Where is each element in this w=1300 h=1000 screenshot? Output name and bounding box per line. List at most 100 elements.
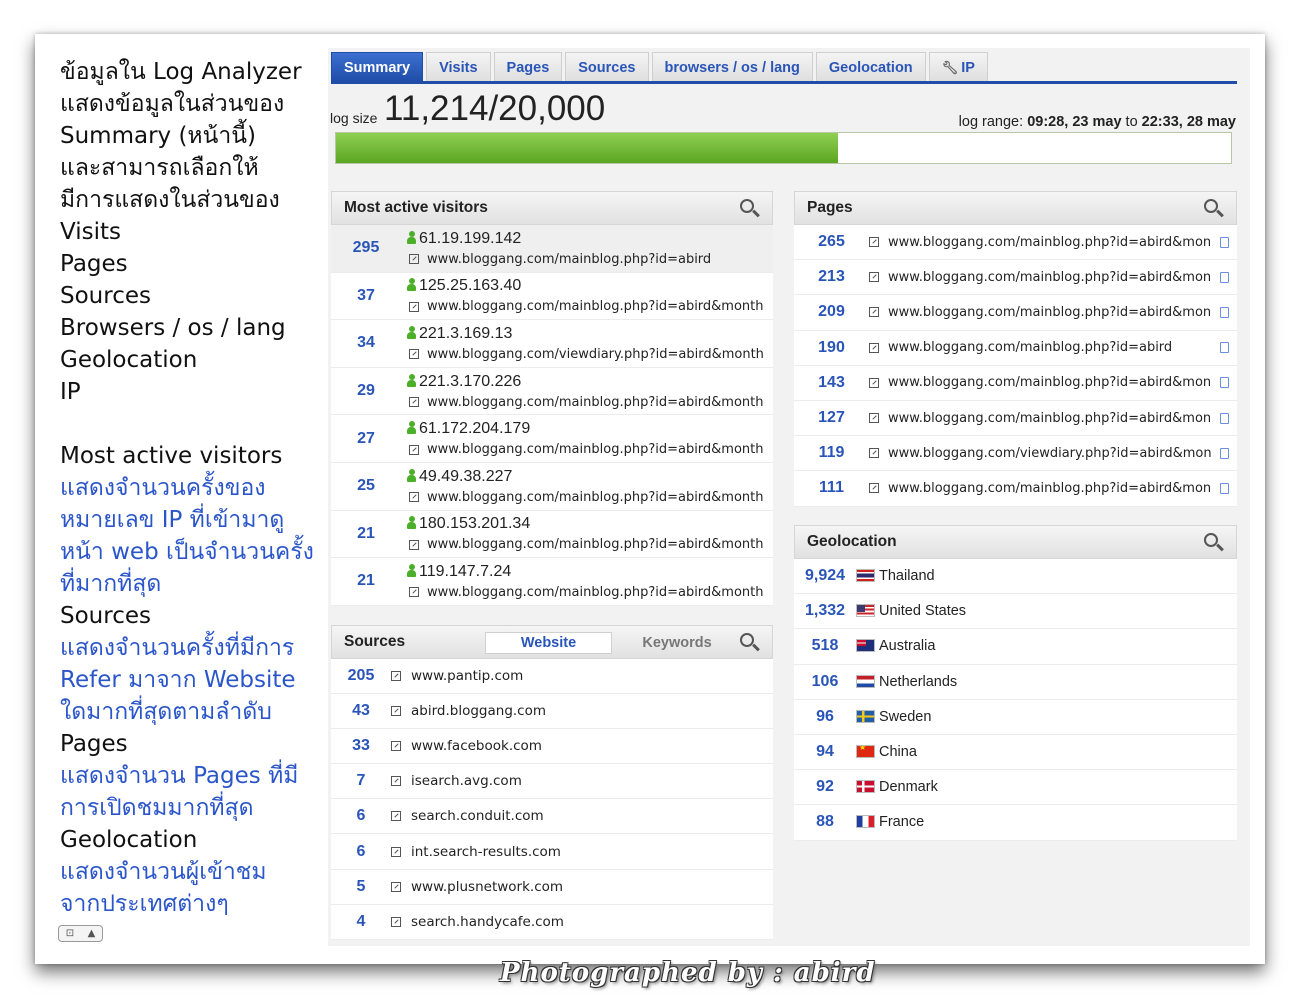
page-count[interactable]: 209 [794,303,869,321]
source-site[interactable]: www.plusnetwork.com [411,879,563,895]
page-count[interactable]: 127 [794,409,869,427]
page-row[interactable]: 119 www.bloggang.com/viewdiary.php?id=abi… [794,436,1237,472]
visitor-ip[interactable]: 221.3.169.13 [407,325,764,343]
visitor-ip[interactable]: 49.49.38.227 [407,468,764,486]
tab-browsers[interactable]: browsers / os / lang [651,52,813,82]
geolocation-row[interactable]: 1,332 United States [794,594,1237,630]
source-count[interactable]: 7 [331,772,391,790]
external-link-icon[interactable] [409,397,419,408]
external-link-icon[interactable] [869,237,879,248]
geolocation-row[interactable]: 88 France [794,805,1237,841]
page-row[interactable]: 111 www.bloggang.com/mainblog.php?id=abir… [794,471,1237,507]
visit-count[interactable]: 21 [331,511,401,558]
tab-sources[interactable]: Sources [565,52,649,82]
search-icon[interactable] [1204,533,1224,553]
external-link-icon[interactable] [391,916,401,927]
country[interactable]: France [856,814,924,830]
tab-ip[interactable]: 🔧︎ IP [928,52,988,82]
page-url[interactable]: www.bloggang.com/mainblog.php?id=abird&m… [888,235,1211,250]
visitor-ip[interactable]: 119.147.7.24 [407,563,764,581]
visitor-row[interactable]: 34 221.3.169.13 www.bloggang.com/viewdiary… [331,320,773,368]
visitor-count[interactable]: 1,332 [794,602,856,620]
source-row[interactable]: 6 int.search-results.com [331,834,773,870]
external-link-icon[interactable] [869,448,879,459]
page-row[interactable]: 213 www.bloggang.com/mainblog.php?id=abir… [794,260,1237,296]
external-link-icon[interactable] [391,671,401,682]
source-count[interactable]: 6 [331,843,391,861]
page-url[interactable]: www.bloggang.com/mainblog.php?id=abird&m… [888,411,1211,426]
source-site[interactable]: isearch.avg.com [411,773,522,789]
external-link-icon[interactable] [409,587,419,598]
external-link-icon[interactable] [391,706,401,717]
visitor-row[interactable]: 21 119.147.7.24 www.bloggang.com/mainblog.… [331,558,773,606]
tab-visits[interactable]: Visits [426,52,491,82]
page-url[interactable]: www.bloggang.com/mainblog.php?id=abird&m… [888,375,1211,390]
external-link-icon[interactable] [409,349,419,360]
visitor-ip[interactable]: 61.19.199.142 [407,230,711,248]
external-link-icon[interactable] [409,492,419,503]
source-site[interactable]: search.conduit.com [411,808,544,824]
geolocation-row[interactable]: 96 Sweden [794,700,1237,735]
visitor-url[interactable]: www.bloggang.com/mainblog.php?id=abird&m… [407,490,764,505]
geolocation-row[interactable]: 106 Netherlands [794,665,1237,700]
source-site[interactable]: int.search-results.com [411,844,561,860]
external-link-icon[interactable] [409,444,419,455]
visit-count[interactable]: 21 [331,558,401,605]
country[interactable]: Netherlands [856,674,957,690]
visitor-count[interactable]: 94 [794,743,856,761]
document-icon[interactable] [1220,306,1229,318]
external-link-icon[interactable] [391,776,401,787]
page-count[interactable]: 111 [794,479,869,497]
visitor-row[interactable]: 27 61.172.204.179 www.bloggang.com/mainblo… [331,415,773,463]
search-icon[interactable] [740,199,760,219]
visitor-url[interactable]: www.bloggang.com/mainblog.php?id=abird&m… [407,395,764,410]
document-icon[interactable] [1220,342,1229,354]
visitor-count[interactable]: 9,924 [794,567,856,585]
external-link-icon[interactable] [391,741,401,752]
source-row[interactable]: 6 search.conduit.com [331,799,773,835]
page-count[interactable]: 190 [794,339,869,357]
page-row[interactable]: 265 www.bloggang.com/mainblog.php?id=abir… [794,225,1237,261]
tab-pages[interactable]: Pages [493,52,563,82]
country[interactable]: Denmark [856,779,938,795]
external-link-icon[interactable] [391,881,401,892]
tab-geolocation[interactable]: Geolocation [815,52,926,82]
tab-keywords[interactable]: Keywords [632,632,722,654]
document-icon[interactable] [1220,447,1229,459]
external-link-icon[interactable] [409,539,419,550]
visitor-url[interactable]: www.bloggang.com/mainblog.php?id=abird&m… [407,537,764,552]
source-count[interactable]: 5 [331,878,391,896]
page-url[interactable]: www.bloggang.com/viewdiary.php?id=abird&… [888,446,1212,461]
page-count[interactable]: 213 [794,268,869,286]
external-link-icon[interactable] [869,342,879,353]
external-link-icon[interactable] [869,413,879,424]
document-icon[interactable] [1220,271,1229,283]
visit-count[interactable]: 34 [331,320,401,367]
visit-count[interactable]: 29 [331,368,401,415]
page-url[interactable]: www.bloggang.com/mainblog.php?id=abird [888,340,1172,355]
geolocation-row[interactable]: 94 ★ China [794,735,1237,771]
external-link-icon[interactable] [391,811,401,822]
page-count[interactable]: 143 [794,374,869,392]
page-count[interactable]: 265 [794,233,869,251]
search-icon[interactable] [740,633,760,653]
external-link-icon[interactable] [869,483,879,494]
document-icon[interactable] [1220,482,1229,494]
visit-count[interactable]: 295 [331,225,401,272]
source-site[interactable]: www.pantip.com [411,668,523,684]
document-icon[interactable] [1220,377,1229,389]
visitor-row[interactable]: 25 49.49.38.227 www.bloggang.com/mainblog.… [331,463,773,511]
source-row[interactable]: 5 www.plusnetwork.com [331,870,773,905]
external-link-icon[interactable] [391,846,401,857]
source-site[interactable]: abird.bloggang.com [411,703,546,719]
page-url[interactable]: www.bloggang.com/mainblog.php?id=abird&m… [888,305,1211,320]
visitor-url[interactable]: www.bloggang.com/mainblog.php?id=abird&m… [407,585,764,600]
visit-count[interactable]: 27 [331,415,401,462]
external-link-icon[interactable] [409,254,419,265]
visitor-ip[interactable]: 221.3.170.226 [407,373,764,391]
geolocation-row[interactable]: 9,924 Thailand [794,559,1237,595]
visitor-url[interactable]: www.bloggang.com/mainblog.php?id=abird&m… [407,299,764,314]
geolocation-row[interactable]: 92 Denmark [794,770,1237,806]
source-site[interactable]: search.handycafe.com [411,914,564,930]
source-row[interactable]: 205 www.pantip.com [331,659,773,695]
